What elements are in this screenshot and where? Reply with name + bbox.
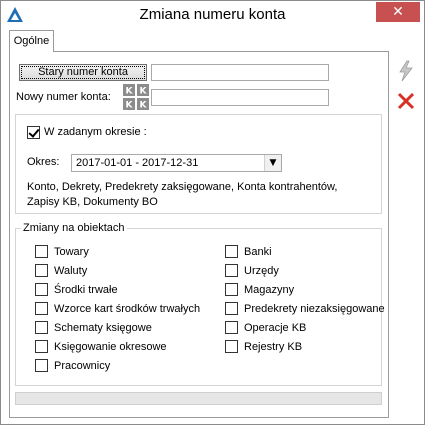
checkbox-label: Rejestry KB xyxy=(244,341,303,353)
window-title: Zmiana numeru konta xyxy=(139,6,286,23)
checkbox-label: Waluty xyxy=(54,265,88,277)
checkbox-label: Pracownicy xyxy=(54,360,111,372)
changes-group-title: Zmiany na obiektach xyxy=(21,222,127,234)
title-bar: Zmiana numeru konta ✕ xyxy=(1,1,424,30)
checkbox-label: Towary xyxy=(54,246,89,258)
tab-ogolne[interactable]: Ogólne xyxy=(9,30,54,52)
checkbox-label: Środki trwałe xyxy=(54,284,118,296)
checkbox-pracownicy[interactable] xyxy=(35,359,48,372)
okres-label: Okres: xyxy=(27,156,60,168)
checkbox-label: Księgowanie okresowe xyxy=(54,341,167,353)
period-checkbox[interactable] xyxy=(27,126,40,139)
svg-text:K: K xyxy=(126,101,134,111)
changes-group: Zmiany na obiektach Towary Waluty Środki… xyxy=(15,222,385,386)
checkbox-urzedy[interactable] xyxy=(225,264,238,277)
okres-select[interactable]: 2017-01-01 - 2017-12-31 ▼ xyxy=(71,154,282,172)
checkbox-predekrety-niezaksiegowane[interactable] xyxy=(225,302,238,315)
checkbox-label: Banki xyxy=(244,246,272,258)
checkbox-operacje-kb[interactable] xyxy=(225,321,238,334)
checkbox-banki[interactable] xyxy=(225,245,238,258)
dialog-window: Zmiana numeru konta ✕ Ogólne Stary numer… xyxy=(0,0,425,425)
new-account-label: Nowy numer konta: xyxy=(16,91,111,103)
period-group: W zadanym okresie : Okres: 2017-01-01 - … xyxy=(15,114,382,214)
lightning-run-icon[interactable] xyxy=(394,59,418,83)
old-account-input[interactable] xyxy=(151,64,329,81)
checkbox-rejestry-kb[interactable] xyxy=(225,340,238,353)
checkbox-ksiegowanie-okresowe[interactable] xyxy=(35,340,48,353)
svg-text:K: K xyxy=(126,87,134,97)
svg-text:K: K xyxy=(140,87,148,97)
checkbox-magazyny[interactable] xyxy=(225,283,238,296)
chevron-down-icon[interactable]: ▼ xyxy=(264,155,281,171)
okres-select-value: 2017-01-01 - 2017-12-31 xyxy=(76,157,199,169)
period-info-line1: Konto, Dekrety, Predekrety zaksięgowane,… xyxy=(27,181,338,193)
checkbox-label: Magazyny xyxy=(244,284,295,296)
close-button[interactable]: ✕ xyxy=(376,2,420,22)
checkbox-schematy-ksiegowe[interactable] xyxy=(35,321,48,334)
new-account-input[interactable] xyxy=(151,89,329,106)
old-account-button[interactable]: Stary numer konta xyxy=(19,64,147,81)
checkbox-label: Urzędy xyxy=(244,265,279,277)
checkbox-waluty[interactable] xyxy=(35,264,48,277)
period-info-line2: Zapisy KB, Dokumenty BO xyxy=(27,196,158,208)
checkbox-wzorce-kart[interactable] xyxy=(35,302,48,315)
checkbox-label: Operacje KB xyxy=(244,322,307,334)
checkbox-label: Predekrety niezaksięgowane xyxy=(244,303,385,315)
period-checkbox-label: W zadanym okresie : xyxy=(44,126,147,138)
svg-text:K: K xyxy=(140,101,148,111)
progress-bar xyxy=(15,392,382,405)
tab-panel-ogolne: Stary numer konta Nowy numer konta: K K … xyxy=(9,51,389,418)
checkbox-towary[interactable] xyxy=(35,245,48,258)
red-x-cancel-icon[interactable] xyxy=(394,89,418,113)
kk-account-picker-icon[interactable]: K K K K xyxy=(123,84,149,110)
checkbox-label: Schematy księgowe xyxy=(54,322,152,334)
checkbox-srodki-trwale[interactable] xyxy=(35,283,48,296)
checkbox-label: Wzorce kart środków trwałych xyxy=(54,303,201,315)
